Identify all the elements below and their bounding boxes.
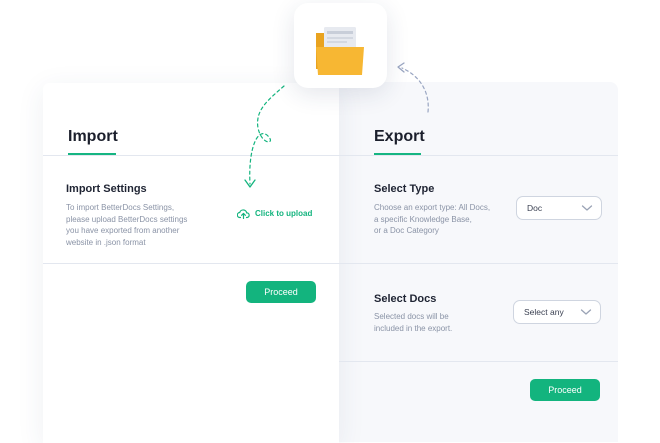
blue-dashed-arrow-icon <box>397 62 429 113</box>
folder-document-icon <box>316 27 364 75</box>
green-dashed-arrow-icon <box>244 85 285 188</box>
folder-icon-card <box>294 3 387 88</box>
